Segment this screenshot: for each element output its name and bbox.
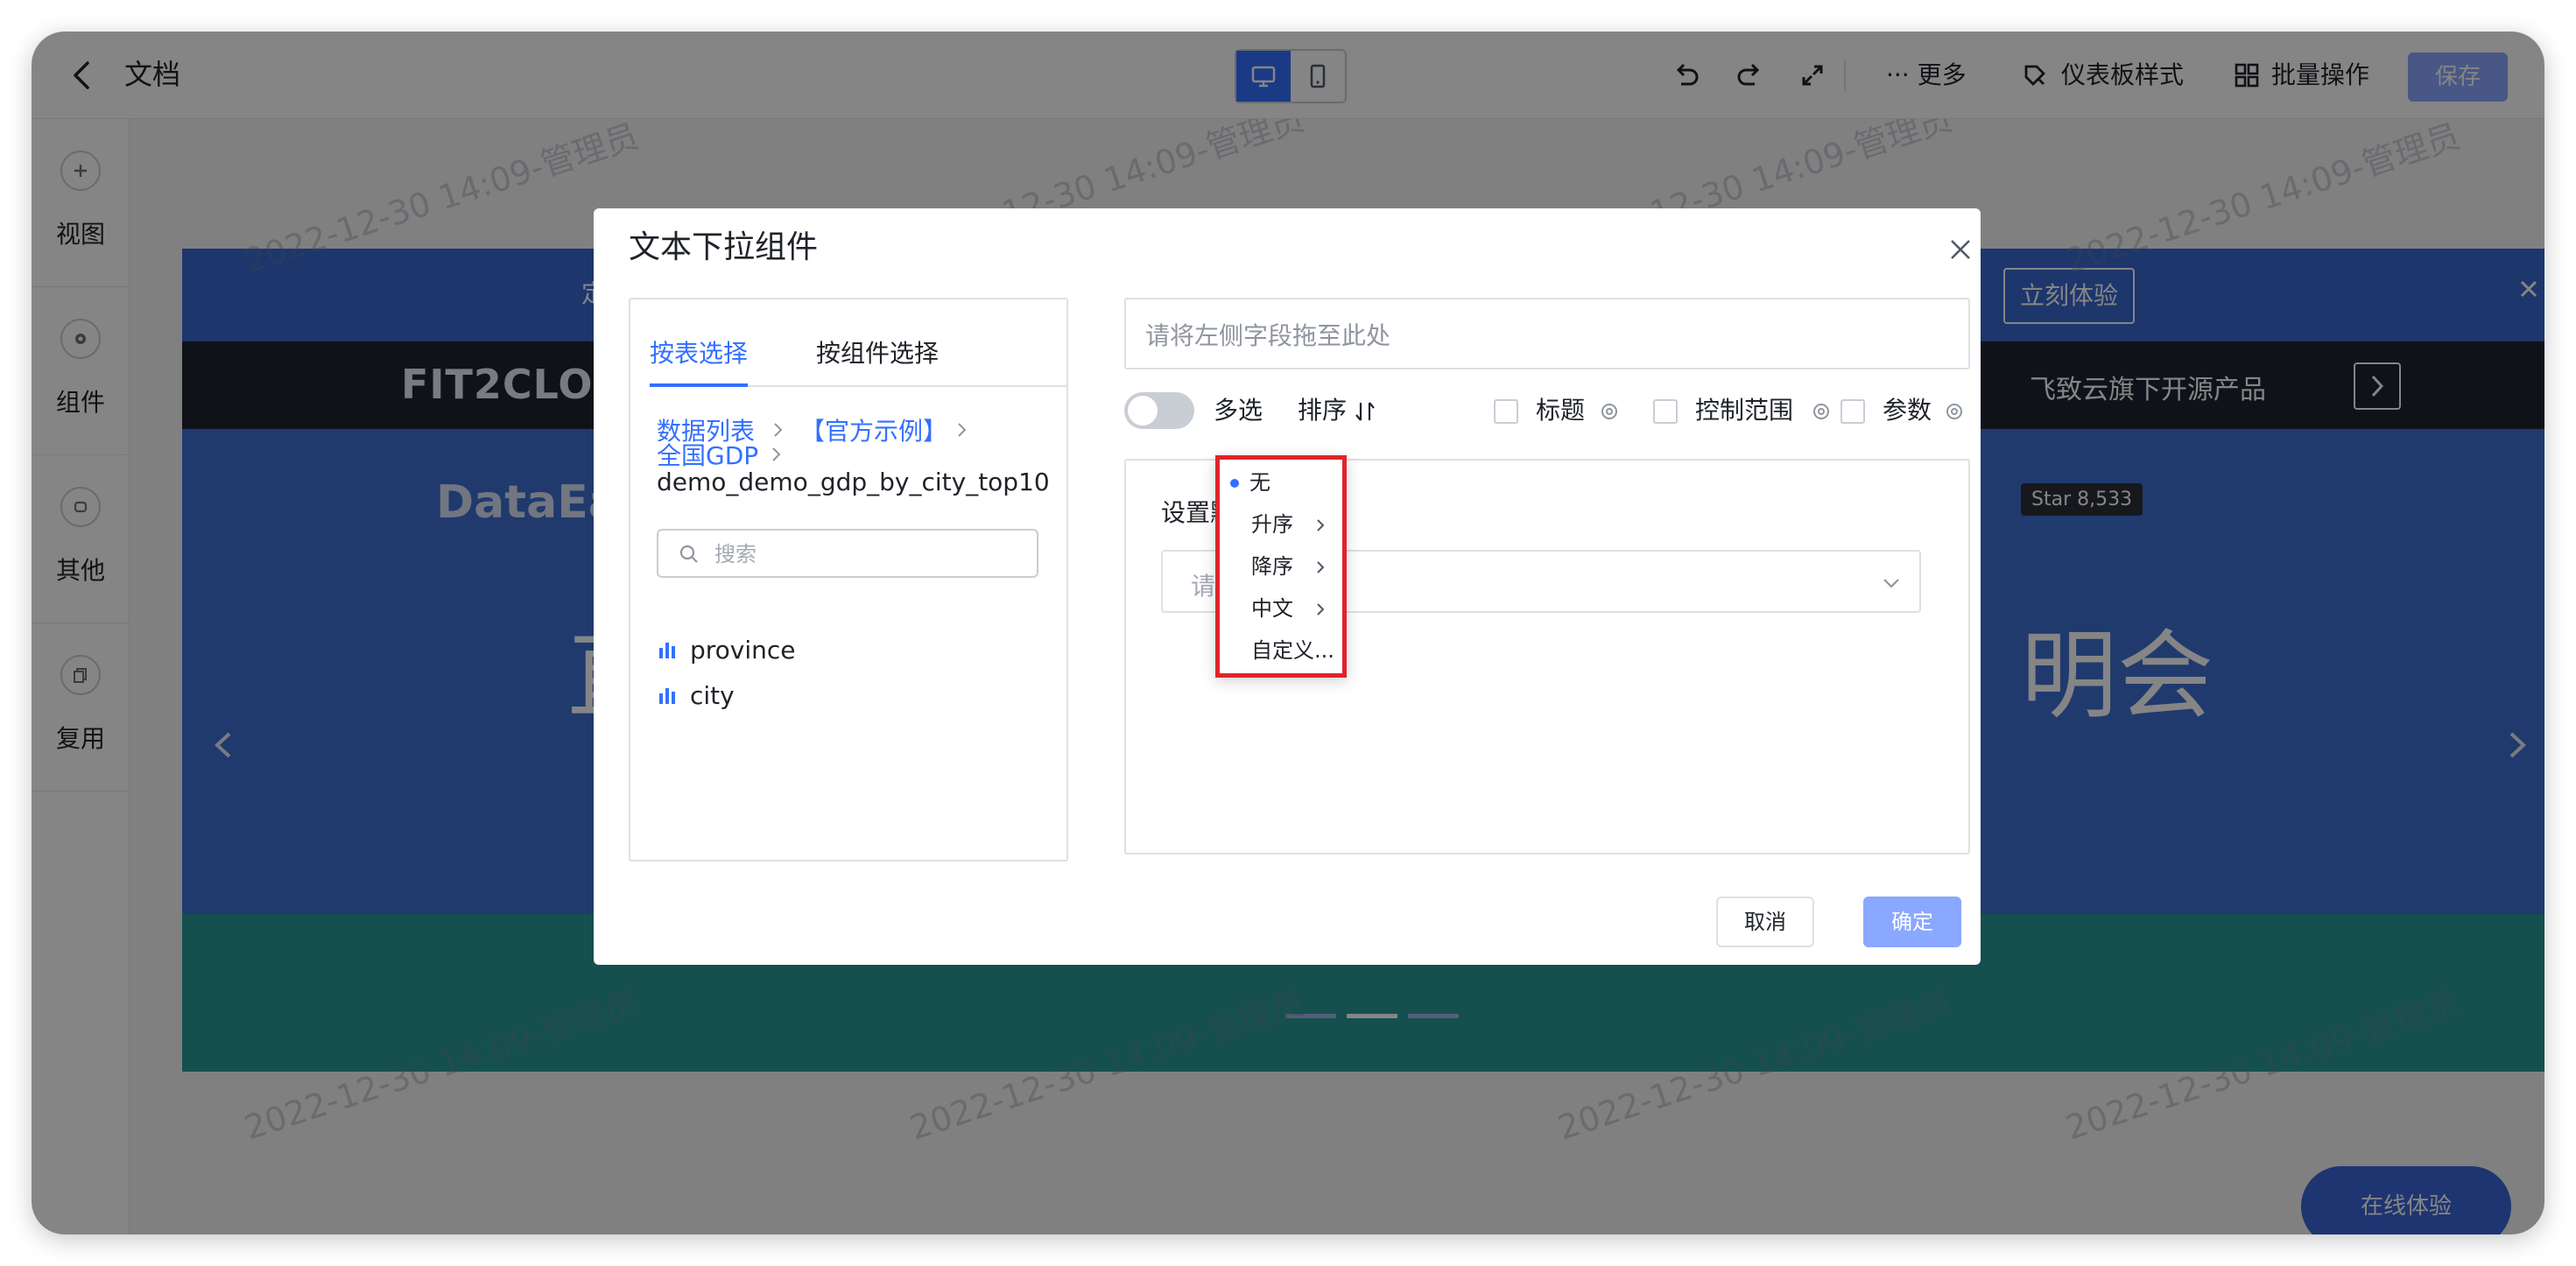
active-tab-indicator	[650, 383, 748, 387]
selected-dot	[1230, 479, 1239, 488]
search-placeholder: 搜索	[714, 542, 757, 566]
menu-item-label: 自定义...	[1251, 638, 1334, 663]
close-icon[interactable]	[1947, 236, 1974, 263]
chevron-down-icon	[1883, 579, 1899, 588]
multi-select-toggle[interactable]	[1124, 392, 1194, 429]
field-source-panel: 按表选择 按组件选择 数据列表 【官方示例】 全国GDP demo_demo_g…	[629, 298, 1068, 862]
settings-icon[interactable]	[1809, 399, 1833, 424]
breadcrumb-official-examples[interactable]: 【官方示例】	[800, 418, 947, 445]
sort-option-descending[interactable]: 降序	[1220, 545, 1342, 587]
dialog-title: 文本下拉组件	[629, 229, 819, 265]
confirm-button[interactable]: 确定	[1863, 897, 1961, 947]
breadcrumb-table-name: demo_demo_gdp_by_city_top10	[657, 468, 1050, 496]
sort-option-ascending[interactable]: 升序	[1220, 503, 1342, 545]
field-search-input[interactable]: 搜索	[657, 529, 1038, 578]
menu-item-label: 升序	[1251, 512, 1293, 537]
chevron-right-icon	[774, 423, 783, 437]
chevron-right-icon	[1317, 603, 1325, 615]
sort-button[interactable]: 排序	[1298, 394, 1347, 427]
control-range-checkbox[interactable]	[1653, 399, 1678, 424]
field-item-city[interactable]: city	[657, 678, 735, 713]
field-item-province[interactable]: province	[657, 632, 796, 667]
chevron-right-icon	[1317, 561, 1325, 573]
sort-option-custom[interactable]: 自定义...	[1220, 629, 1342, 672]
sort-option-chinese[interactable]: 中文	[1220, 587, 1342, 629]
menu-item-label: 中文	[1251, 596, 1293, 621]
sort-icon[interactable]	[1354, 399, 1376, 424]
sort-option-none[interactable]: 无	[1220, 461, 1342, 503]
multi-select-label: 多选	[1214, 396, 1263, 425]
field-label: city	[690, 680, 735, 710]
chevron-right-icon	[1317, 519, 1325, 531]
settings-icon[interactable]	[1942, 399, 1967, 424]
menu-item-label: 无	[1249, 470, 1270, 495]
breadcrumb-gdp[interactable]: 全国GDP	[657, 443, 758, 469]
cancel-button[interactable]: 取消	[1716, 897, 1814, 947]
dimension-bar-icon	[659, 688, 675, 704]
sort-dropdown-menu: 无 升序 降序 中文 自定义...	[1215, 455, 1347, 678]
dimension-bar-icon	[659, 643, 675, 658]
menu-item-label: 降序	[1251, 554, 1293, 579]
field-label: province	[690, 635, 796, 665]
param-label: 参数	[1883, 396, 1932, 425]
tab-by-table[interactable]: 按表选择	[650, 336, 748, 371]
param-checkbox[interactable]	[1841, 399, 1865, 424]
title-option-label: 标题	[1536, 396, 1586, 425]
control-range-label: 控制范围	[1695, 396, 1794, 425]
search-icon	[679, 545, 698, 563]
field-drop-zone[interactable]: 请将左侧字段拖至此处	[1124, 298, 1970, 369]
toggle-knob	[1128, 396, 1158, 426]
chevron-right-icon	[958, 423, 967, 437]
settings-icon[interactable]	[1597, 399, 1622, 424]
chevron-right-icon	[772, 447, 781, 461]
title-checkbox[interactable]	[1494, 399, 1518, 424]
app-window: 文档 ··· 更多 仪表板样式 批量操作 保存 视图 组件 其他 复用 立刻体验…	[32, 32, 2544, 1234]
drop-zone-placeholder: 请将左侧字段拖至此处	[1145, 321, 1391, 350]
tab-by-component[interactable]: 按组件选择	[816, 336, 939, 371]
